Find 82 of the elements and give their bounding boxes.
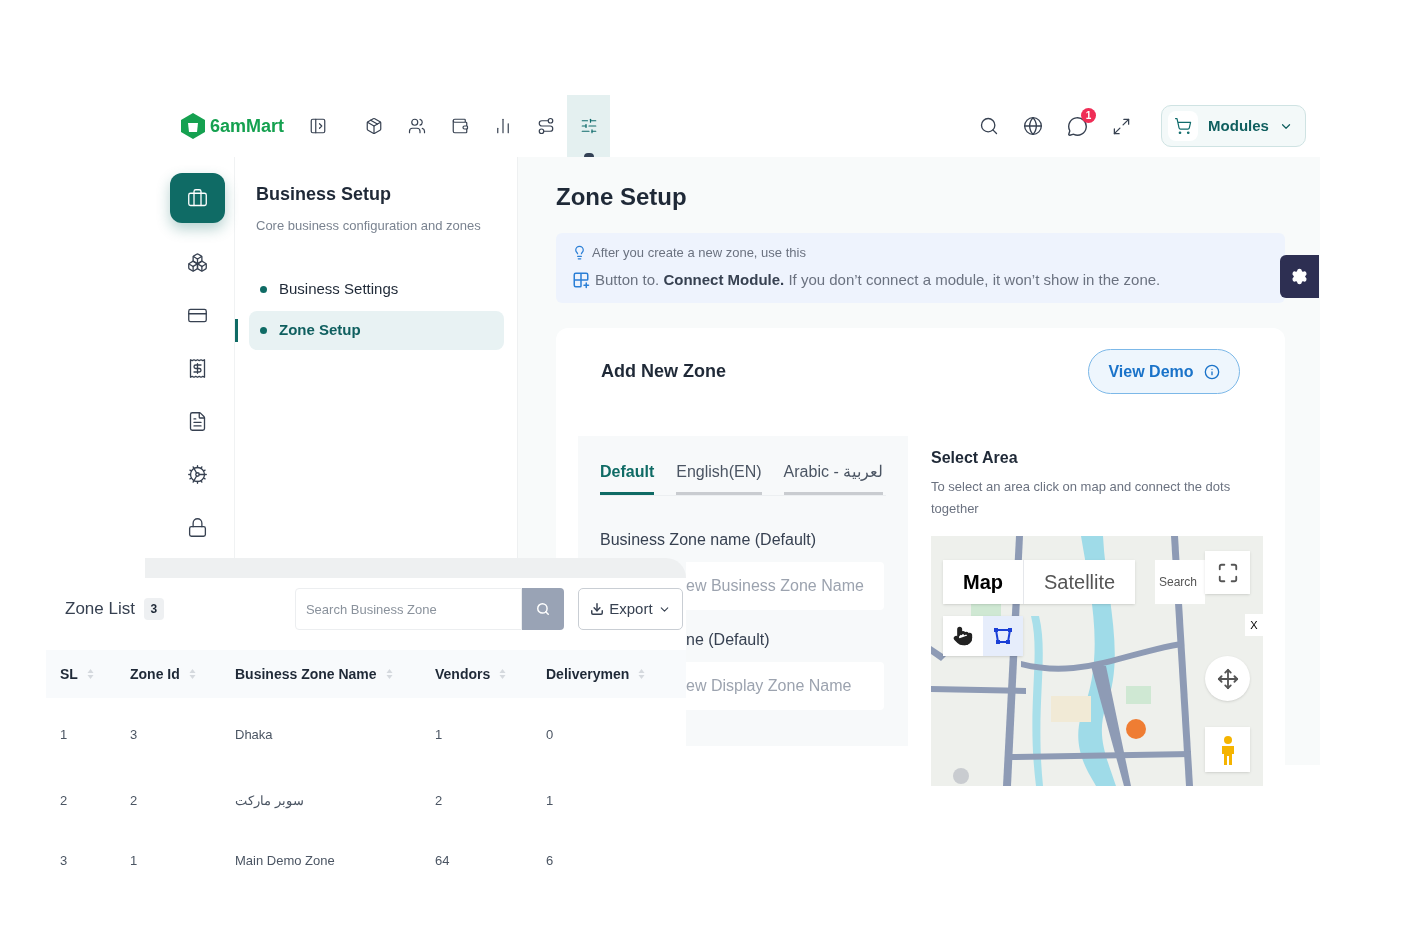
- field-label: Business Zone name (Default): [600, 530, 818, 550]
- search-field[interactable]: Search Business Zone: [294, 588, 522, 630]
- section-title: Business Setup: [256, 183, 393, 206]
- table-cell: 3: [130, 727, 138, 742]
- search-icon[interactable]: [979, 116, 999, 136]
- lock-icon: [186, 517, 208, 538]
- info-text: Button to. Connect Module. If you don’t connect a module, it won’t show in the zone.: [595, 269, 1161, 290]
- field-label: ne (Default): [686, 630, 771, 650]
- column-header: Deliverymen: [546, 664, 630, 684]
- route-icon: [536, 117, 555, 135]
- polygon-icon: [993, 627, 1013, 645]
- fullscreen-icon: [1216, 561, 1239, 584]
- column-header: SL: [60, 664, 78, 684]
- zone-list-title: Zone List: [65, 598, 135, 621]
- table-cell: 2: [130, 793, 138, 808]
- logo-icon: [180, 112, 206, 140]
- language-tab[interactable]: Arabic - لعربية: [783, 460, 884, 495]
- rail-item[interactable]: [169, 173, 225, 223]
- section-menu-item[interactable]: Zone Setup: [249, 310, 504, 350]
- table-cell: Dhaka: [235, 727, 273, 742]
- table-cell: 0: [546, 727, 554, 742]
- column-header: Vendors: [435, 664, 491, 684]
- zone-name-field[interactable]: ew Display Zone Name: [686, 662, 884, 710]
- table-cell: 6: [546, 853, 554, 868]
- map-type-button[interactable]: Map: [943, 560, 1023, 604]
- sliders-icon: [579, 117, 598, 135]
- page-title: Zone Setup: [556, 182, 688, 212]
- lightbulb-icon: [572, 245, 587, 261]
- select-area-hint: To select an area click on map and connect the dots together: [931, 478, 1232, 518]
- search-icon: [535, 602, 550, 616]
- download-icon: [590, 602, 605, 616]
- briefcase-icon: [186, 187, 208, 209]
- module-grid-icon: [572, 270, 590, 289]
- table-cell: سوبر ماركت: [235, 793, 304, 808]
- select-area-title: Select Area: [931, 448, 1019, 468]
- section-subtitle: Core business configuration and zones: [256, 217, 482, 235]
- info-text: After you create a new zone, use this: [592, 244, 806, 262]
- language-tab[interactable]: Default: [600, 460, 655, 495]
- map[interactable]: Map Satellite Search X: [931, 536, 1263, 786]
- table-cell: 1: [130, 853, 138, 868]
- language-tab[interactable]: English(EN): [676, 460, 762, 495]
- table-cell: 1: [546, 793, 554, 808]
- wallet-icon: [450, 117, 469, 135]
- settings-icon: [1291, 268, 1308, 285]
- fullscreen-button[interactable]: [1205, 551, 1250, 594]
- column-header: Business Zone Name: [235, 664, 377, 684]
- view-demo-button[interactable]: View Demo: [1088, 349, 1240, 394]
- chat-icon[interactable]: [1067, 115, 1088, 137]
- section-menu-item[interactable]: Business Settings: [249, 269, 504, 309]
- export-button[interactable]: Export: [577, 588, 683, 630]
- brand-name: 6amMart: [210, 114, 285, 138]
- cart-icon: [1174, 117, 1193, 135]
- close-button[interactable]: X: [1245, 614, 1263, 636]
- table-cell: 1: [435, 727, 443, 742]
- expand-icon[interactable]: [1112, 116, 1131, 136]
- modules-button[interactable]: Modules: [1161, 105, 1306, 147]
- column-header: Zone Id: [130, 664, 180, 684]
- draw-tool-button[interactable]: [943, 616, 983, 656]
- draw-tool-button[interactable]: [983, 616, 1023, 656]
- map-type-button[interactable]: Satellite: [1023, 560, 1136, 604]
- settings-button[interactable]: [1280, 255, 1319, 298]
- table-cell: 1: [60, 727, 68, 742]
- info-icon: [1203, 363, 1220, 380]
- table-cell: 64: [435, 853, 450, 868]
- sidebar-toggle-icon: [309, 117, 328, 135]
- boxes-icon: [186, 252, 208, 273]
- table-cell: 3: [60, 853, 68, 868]
- card-title: Add New Zone: [601, 360, 726, 383]
- table-cell: 2: [435, 793, 443, 808]
- globe-icon[interactable]: [1023, 116, 1043, 136]
- count-badge: 3: [143, 598, 164, 620]
- notification-badge: 1: [1081, 107, 1096, 123]
- users-icon: [407, 117, 426, 135]
- table-cell: Main Demo Zone: [235, 853, 335, 868]
- hand-pointer-icon: [953, 626, 973, 646]
- table-cell: 2: [60, 793, 68, 808]
- nav-tab[interactable]: [567, 95, 611, 157]
- move-icon: [1216, 667, 1239, 690]
- cog-icon: [186, 464, 208, 485]
- zone-name-field[interactable]: ew Business Zone Name: [686, 562, 884, 610]
- map-search-field[interactable]: Search: [1155, 560, 1205, 604]
- box-icon: [364, 117, 383, 135]
